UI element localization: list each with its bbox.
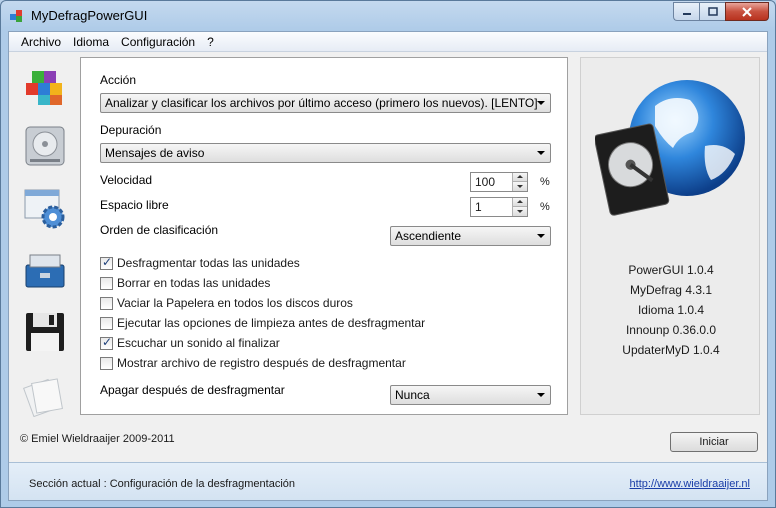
checkbox-label: Escuchar un sonido al finalizar	[117, 336, 280, 350]
checkbox-sound[interactable]	[100, 335, 113, 350]
close-button[interactable]	[725, 2, 769, 21]
checkbox-cleanup[interactable]	[100, 316, 113, 330]
title-bar: MyDefragPowerGUI	[1, 1, 775, 31]
copyright-text: © Emiel Wieldraaijer 2009-2011	[20, 433, 175, 445]
accion-value: Analizar y clasificar los archivos por ú…	[105, 96, 538, 110]
menu-idioma[interactable]: Idioma	[67, 35, 115, 49]
apagar-select[interactable]: Nunca	[390, 385, 551, 405]
checkbox-row[interactable]: Desfragmentar todas las unidades	[100, 255, 300, 271]
depuracion-value: Mensajes de aviso	[105, 146, 205, 160]
sidebar-item-drive[interactable]	[19, 120, 71, 172]
menu-archivo[interactable]: Archivo	[15, 35, 67, 49]
depuracion-label: Depuración	[100, 123, 162, 137]
espacio-stepper[interactable]: 1	[470, 197, 528, 217]
checkbox-show-log[interactable]	[100, 356, 113, 370]
espacio-up-button[interactable]	[512, 198, 527, 207]
chevron-down-icon	[537, 151, 545, 155]
window-title: MyDefragPowerGUI	[31, 8, 148, 23]
checkbox-row[interactable]: Vaciar la Papelera en todos los discos d…	[100, 295, 353, 311]
version-mydefrag: MyDefrag 4.3.1	[629, 283, 713, 297]
checkbox-label: Mostrar archivo de registro después de d…	[117, 356, 406, 370]
espacio-label: Espacio libre	[100, 198, 169, 212]
website-link[interactable]: http://www.wieldraaijer.nl	[630, 478, 750, 490]
accion-label: Acción	[100, 73, 137, 87]
depuracion-select[interactable]: Mensajes de aviso	[100, 143, 551, 163]
apagar-value: Nunca	[395, 388, 430, 402]
version-idioma: Idioma 1.0.4	[637, 303, 705, 317]
chevron-down-icon	[537, 101, 545, 105]
checkbox-row[interactable]: Borrar en todas las unidades	[100, 275, 270, 291]
info-panel: PowerGUI 1.0.4 MyDefrag 4.3.1 Idioma 1.0…	[580, 57, 760, 415]
checkbox-row[interactable]: Mostrar archivo de registro después de d…	[100, 355, 406, 371]
velocidad-label: Velocidad	[100, 173, 153, 187]
checkbox-label: Ejecutar las opciones de limpieza antes …	[117, 316, 426, 330]
checkbox-row[interactable]: Escuchar un sonido al finalizar	[100, 335, 280, 351]
close-icon	[742, 6, 752, 17]
version-powergui: PowerGUI 1.0.4	[628, 263, 714, 277]
client-area: Archivo Idioma Configuración ? Acción An…	[8, 31, 768, 501]
sidebar-item-settings[interactable]	[19, 182, 71, 234]
checkbox-label: Borrar en todas las unidades	[117, 276, 271, 290]
orden-value: Ascendiente	[395, 229, 462, 243]
settings-icon	[24, 189, 65, 229]
maximize-button[interactable]	[699, 2, 725, 21]
chevron-down-icon	[537, 393, 545, 397]
velocidad-stepper[interactable]: 100	[470, 172, 528, 192]
app-window: MyDefragPowerGUI Archivo Idioma Configur…	[0, 0, 776, 508]
espacio-percent: %	[540, 201, 550, 213]
sidebar-item-save[interactable]	[19, 306, 71, 358]
checkbox-label: Vaciar la Papelera en todos los discos d…	[117, 296, 353, 310]
accion-select[interactable]: Analizar y clasificar los archivos por ú…	[100, 93, 551, 113]
version-innounp: Innounp 0.36.0.0	[625, 323, 717, 337]
floppy-disk-icon	[26, 313, 64, 351]
espacio-value: 1	[475, 200, 482, 214]
app-icon	[10, 10, 22, 22]
sidebar-item-defrag[interactable]	[19, 58, 71, 110]
toolbox-icon	[25, 254, 65, 288]
orden-label: Orden de clasificación	[100, 223, 219, 237]
apagar-label: Apagar después de desfragmentar	[100, 383, 285, 397]
minimize-button[interactable]	[673, 2, 699, 21]
hard-drive-globe-icon	[595, 80, 745, 216]
checkbox-empty-recycle[interactable]	[100, 296, 113, 310]
checkbox-label: Desfragmentar todas las unidades	[117, 256, 300, 270]
checkbox-defrag-all[interactable]	[100, 255, 113, 270]
start-button[interactable]: Iniciar	[670, 432, 758, 452]
orden-select[interactable]: Ascendiente	[390, 226, 551, 246]
chevron-down-icon	[537, 234, 545, 238]
status-bar: Sección actual : Configuración de la des…	[9, 462, 767, 500]
velocidad-up-button[interactable]	[512, 173, 527, 182]
defrag-icon	[26, 71, 62, 105]
menu-bar: Archivo Idioma Configuración ?	[9, 32, 767, 52]
drive-icon	[25, 126, 65, 166]
velocidad-down-button[interactable]	[512, 182, 527, 191]
settings-panel: Acción Analizar y clasificar los archivo…	[80, 57, 568, 415]
documents-icon	[23, 378, 63, 417]
checkbox-delete-all[interactable]	[100, 276, 113, 290]
status-text: Sección actual : Configuración de la des…	[29, 478, 295, 490]
minimize-icon	[682, 12, 691, 15]
checkbox-row[interactable]: Ejecutar las opciones de limpieza antes …	[100, 315, 425, 331]
maximize-icon	[707, 7, 718, 16]
velocidad-value: 100	[475, 175, 496, 189]
sidebar-item-toolbox[interactable]	[19, 244, 71, 296]
menu-configuracion[interactable]: Configuración	[115, 35, 201, 49]
espacio-down-button[interactable]	[512, 207, 527, 216]
velocidad-percent: %	[540, 176, 550, 188]
menu-help[interactable]: ?	[201, 35, 220, 49]
version-updatermyd: UpdaterMyD 1.0.4	[622, 343, 720, 357]
sidebar-item-documents[interactable]	[19, 368, 71, 420]
